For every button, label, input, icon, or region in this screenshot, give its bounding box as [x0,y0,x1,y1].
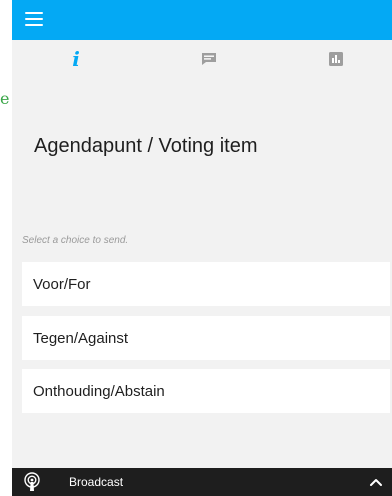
info-icon: i [72,47,80,71]
menu-button[interactable] [25,10,45,30]
tab-info[interactable]: i [46,40,106,78]
expand-button[interactable] [364,468,388,496]
bar-chart-icon [329,52,343,66]
choice-label: Voor/For [33,275,91,293]
voting-app: e i Agendapunt / Voting item Select a ch… [0,0,392,496]
choice-against-button[interactable]: Tegen/Against [22,316,390,360]
edge-text-fragment: e [0,89,10,108]
top-app-bar [12,0,392,40]
choice-label: Tegen/Against [33,329,129,347]
tab-chat[interactable] [179,40,239,78]
tab-results[interactable] [306,40,366,78]
choice-prompt: Select a choice to send. [22,235,129,246]
choice-for-button[interactable]: Voor/For [22,262,390,306]
voting-item-title: Agendapunt / Voting item [34,135,258,157]
chat-icon [202,53,216,65]
chevron-up-icon [370,479,382,486]
choice-label: Onthouding/Abstain [33,382,165,400]
tab-bar: i [12,40,392,78]
hamburger-icon [25,12,43,14]
broadcast-label: Broadcast [69,475,124,489]
choice-abstain-button[interactable]: Onthouding/Abstain [22,369,390,413]
hamburger-icon [25,24,43,26]
broadcast-icon [24,472,40,491]
broadcast-bar[interactable]: Broadcast [12,468,392,496]
hamburger-icon [25,18,43,20]
